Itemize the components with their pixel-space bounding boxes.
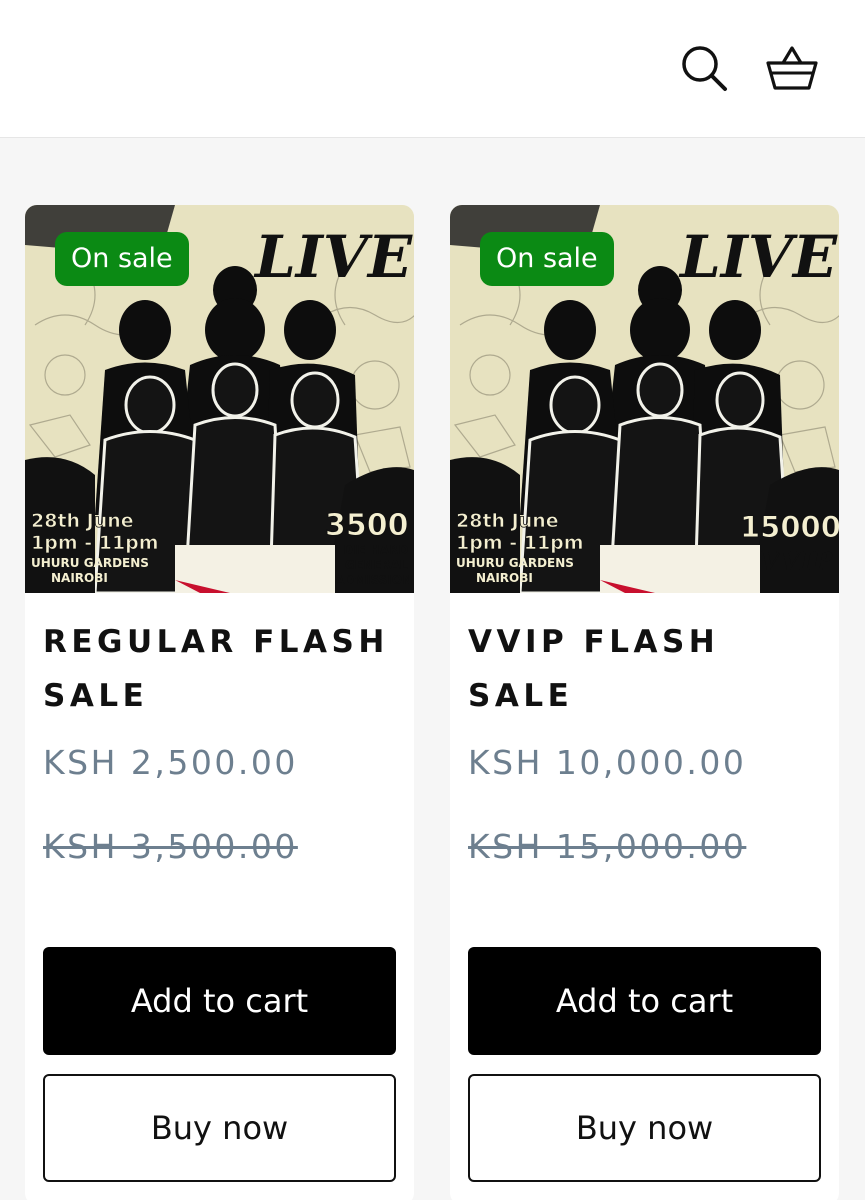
poster-time: 1pm - 11pm: [456, 532, 584, 554]
product-title[interactable]: VVIP FLASH SALE: [468, 615, 823, 723]
poster-headline: LIVE.: [678, 223, 839, 291]
original-price: KSH 15,000.00: [468, 827, 747, 866]
product-card: LIVE. 28th Jun: [450, 205, 839, 1200]
sale-badge: On sale: [55, 232, 189, 286]
add-to-cart-button[interactable]: Add to cart: [468, 947, 821, 1055]
poster-ticket-line-1: VVIP: [760, 547, 834, 577]
search-button[interactable]: [676, 40, 732, 96]
poster-city: NAIROBI: [51, 571, 108, 585]
basket-icon: [766, 46, 818, 90]
product-card: LIVE. 28th Jun: [25, 205, 414, 1200]
product-image[interactable]: LIVE. 28th Jun: [25, 205, 414, 593]
poster-ticket-line-2: GENERAL: [345, 558, 408, 572]
add-to-cart-button[interactable]: Add to cart: [43, 947, 396, 1055]
poster-time: 1pm - 11pm: [31, 532, 159, 554]
poster-ticket-line-1: DIE HARD: [343, 543, 408, 557]
poster-ticket-line-3: ADMISSION: [335, 573, 412, 587]
search-icon: [682, 46, 727, 91]
poster-date: 28th June: [456, 510, 559, 532]
poster-ticket-price: 3500: [325, 508, 409, 543]
buy-now-button[interactable]: Buy now: [468, 1074, 821, 1182]
poster-venue: UHURU GARDENS: [456, 556, 574, 570]
sale-badge: On sale: [480, 232, 614, 286]
poster-city: NAIROBI: [476, 571, 533, 585]
sale-price: KSH 2,500.00: [43, 743, 298, 782]
product-title[interactable]: REGULAR FLASH SALE: [43, 615, 398, 723]
poster-date: 28th June: [31, 510, 134, 532]
sale-price: KSH 10,000.00: [468, 743, 747, 782]
original-price: KSH 3,500.00: [43, 827, 298, 866]
poster-ticket-price: 15000: [740, 510, 839, 544]
poster-venue: UHURU GARDENS: [31, 556, 149, 570]
cart-button[interactable]: [764, 40, 820, 96]
buy-now-button[interactable]: Buy now: [43, 1074, 396, 1182]
site-header: [0, 0, 865, 138]
poster-headline: LIVE.: [253, 223, 414, 291]
product-image[interactable]: LIVE. 28th Jun: [450, 205, 839, 593]
